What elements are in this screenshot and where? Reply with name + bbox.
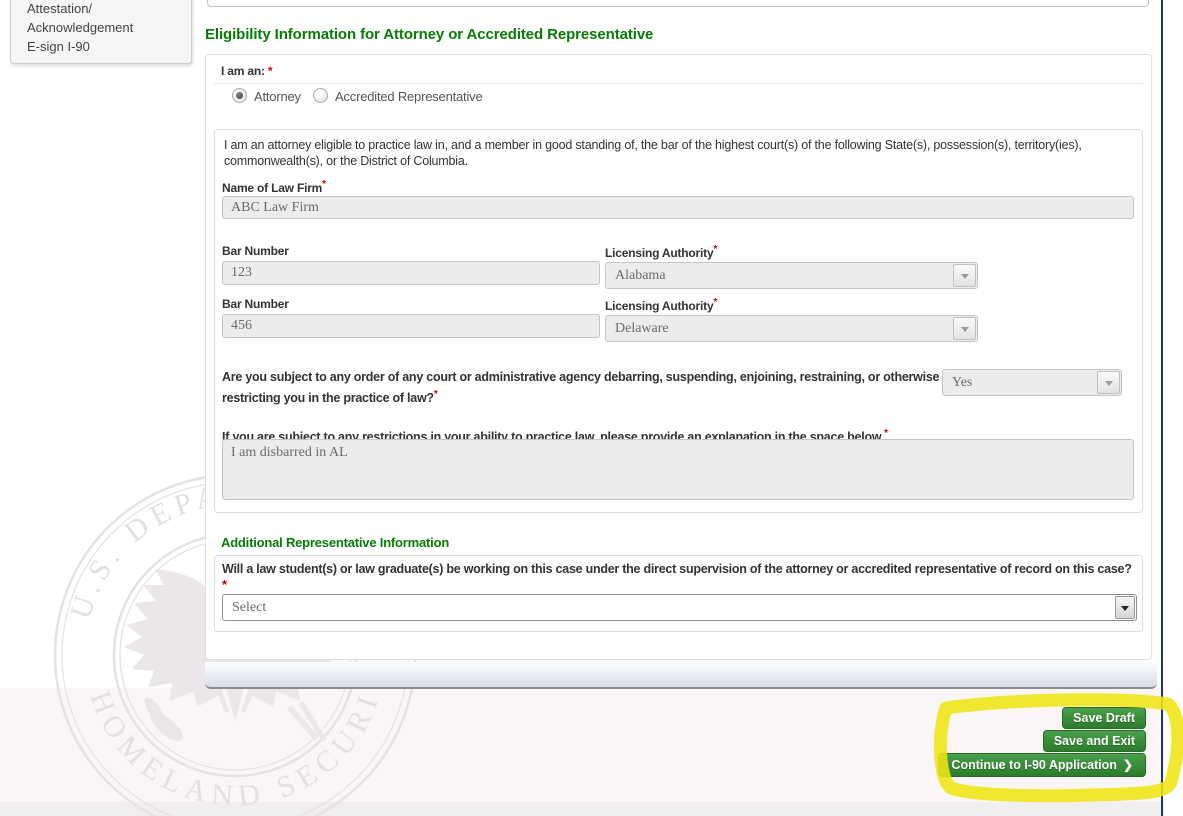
required-asterisk: * (713, 297, 718, 308)
bar-number-2-label: Bar Number (222, 297, 289, 311)
form-actions: Save Draft Save and Exit Continue to I-9… (938, 707, 1146, 777)
bar-number-1-input[interactable] (222, 261, 600, 285)
law-student-question-label: Will a law student(s) or law graduate(s)… (222, 562, 1132, 576)
licensing-authority-2-select[interactable]: Delaware (605, 315, 978, 342)
licensing-authority-1-select[interactable]: Alabama (605, 262, 978, 289)
restriction-answer-select[interactable]: Yes (942, 369, 1122, 396)
required-asterisk: * (222, 577, 228, 592)
separator-line (214, 83, 1143, 84)
bar-number-1-label: Bar Number (222, 244, 289, 258)
additional-representative-panel: Will a law student(s) or law graduate(s)… (214, 555, 1143, 632)
radio-accredited-representative-label[interactable]: Accredited Representative (335, 89, 483, 104)
licensing-authority-1-value: Alabama (615, 267, 666, 283)
save-and-exit-label: Save and Exit (1053, 734, 1135, 748)
required-asterisk: * (322, 179, 326, 190)
dropdown-arrow-icon[interactable] (953, 317, 976, 340)
radio-attorney-label[interactable]: Attorney (254, 89, 301, 104)
licensing-authority-1-label: Licensing Authority* (605, 244, 718, 260)
law-firm-label: Name of Law Firm* (222, 179, 326, 195)
required-asterisk: * (713, 244, 718, 255)
page-title: Eligibility Information for Attorney or … (205, 26, 654, 43)
sidebar-item-attestation-line2: Acknowledgement (27, 20, 134, 35)
previous-panel-edge (207, 0, 1149, 7)
licensing-authority-2-label: Licensing Authority* (605, 297, 718, 313)
dropdown-arrow-icon[interactable] (1097, 371, 1120, 394)
law-firm-input[interactable] (222, 196, 1134, 219)
sidebar-item-esign-i90[interactable]: E-sign I-90 (27, 37, 191, 56)
uscis-form-page: U.S. DEPARTMENT OF HOMELAND SECURITY Att… (0, 0, 1183, 816)
save-draft-label: Save Draft (1073, 711, 1135, 725)
restriction-question-label: Are you subject to any order of any cour… (222, 370, 940, 406)
attorney-intro-text: I am an attorney eligible to practice la… (224, 138, 1082, 168)
radio-accredited-representative[interactable] (313, 88, 328, 103)
page-right-border (1161, 0, 1163, 816)
continue-label: Continue to I-90 Application (951, 758, 1117, 772)
bar-number-2-input[interactable] (222, 314, 600, 338)
required-asterisk: * (433, 389, 438, 400)
save-and-exit-button[interactable]: Save and Exit (1042, 730, 1146, 752)
dropdown-arrow-icon[interactable] (953, 264, 976, 287)
additional-representative-heading: Additional Representative Information (221, 535, 450, 550)
sidebar-nav-panel: Attestation/ Acknowledgement E-sign I-90 (10, 0, 192, 64)
eligibility-form-panel: I am an: * Attorney Accredited Represent… (205, 54, 1152, 660)
licensing-authority-2-value: Delaware (615, 320, 669, 336)
sidebar-item-attestation[interactable]: Attestation/ Acknowledgement (27, 0, 191, 37)
law-student-select-value: Select (232, 599, 267, 615)
content-footer-bar (205, 662, 1157, 689)
required-asterisk: * (884, 428, 888, 439)
attorney-details-panel: I am an attorney eligible to practice la… (214, 129, 1143, 513)
restriction-answer-value: Yes (952, 374, 973, 390)
radio-attorney[interactable] (232, 88, 247, 103)
save-draft-button[interactable]: Save Draft (1062, 707, 1146, 729)
law-student-select[interactable]: Select (222, 594, 1137, 621)
i-am-an-label: I am an: * (221, 64, 273, 78)
sidebar-item-esign-label: E-sign I-90 (27, 39, 90, 54)
dropdown-arrow-icon[interactable] (1115, 596, 1135, 619)
chevron-right-icon: ❯ (1122, 758, 1133, 772)
sidebar-item-attestation-line1: Attestation/ (27, 1, 93, 16)
explanation-textarea[interactable]: I am disbarred in AL (222, 439, 1134, 500)
continue-button[interactable]: Continue to I-90 Application ❯ (938, 753, 1146, 777)
required-asterisk: * (267, 64, 273, 78)
